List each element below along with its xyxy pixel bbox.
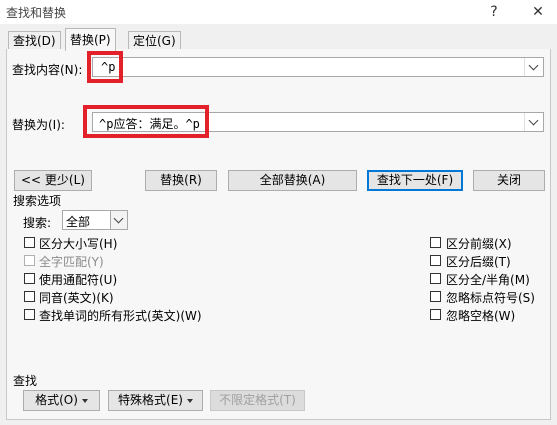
find-label: 查找内容(N): [12,63,83,77]
special-format-button-label: 特殊格式(E) [118,393,183,407]
sounds-like-label: 同音(英文)(K) [39,291,114,305]
chevron-down-icon[interactable] [524,58,543,76]
find-next-button[interactable]: 查找下一处(F) [367,170,463,191]
ignore-whitespace-label: 忽略空格(W) [446,309,516,323]
match-prefix-label: 区分前缀(X) [446,237,512,251]
match-suffix-checkbox[interactable] [430,255,441,266]
format-button[interactable]: 格式(O) [23,390,100,411]
wildcards-label: 使用通配符(U) [39,273,118,287]
ignore-punctuation-checkbox[interactable] [430,291,441,302]
whole-word-checkbox [24,255,35,266]
dropdown-arrow-icon [81,398,88,403]
search-scope-select[interactable]: 全部 [62,210,128,230]
format-button-label: 格式(O) [35,393,78,407]
sounds-like-checkbox[interactable] [24,291,35,302]
close-window-button[interactable]: ✕ [527,2,549,22]
no-formatting-button: 不限定格式(T) [210,390,305,411]
window-title: 查找和替换 [6,6,67,20]
replace-all-button[interactable]: 全部替换(A) [228,170,357,191]
search-scope-label: 搜索: [23,216,52,230]
chevron-down-icon[interactable] [524,113,543,131]
less-button[interactable]: << 更少(L) [14,170,92,191]
all-word-forms-label: 查找单词的所有形式(英文)(W) [39,309,202,323]
match-case-checkbox[interactable] [24,237,35,248]
highlight-box-replace [83,105,209,138]
replace-label: 替换为(I): [12,118,65,132]
search-options-title: 搜索选项 [13,194,62,208]
match-width-checkbox[interactable] [430,273,441,284]
close-button[interactable]: 关闭 [473,170,545,191]
chevron-down-icon[interactable] [110,211,127,229]
wildcards-checkbox[interactable] [24,273,35,284]
help-button[interactable]: ? [483,2,505,22]
ignore-whitespace-checkbox[interactable] [430,309,441,320]
ignore-punctuation-label: 忽略标点符号(S) [446,291,535,305]
match-width-label: 区分全/半角(M) [446,273,530,287]
match-prefix-checkbox[interactable] [430,237,441,248]
find-section-title: 查找 [13,374,38,388]
tab-find[interactable]: 查找(D) [8,31,61,50]
all-word-forms-checkbox[interactable] [24,309,35,320]
match-suffix-label: 区分后缀(T) [446,255,511,269]
tab-goto[interactable]: 定位(G) [128,31,181,50]
search-scope-value: 全部 [66,215,91,229]
whole-word-label: 全字匹配(Y) [39,255,104,269]
dropdown-arrow-icon [186,398,193,403]
special-format-button[interactable]: 特殊格式(E) [108,390,203,411]
match-case-label: 区分大小写(H) [39,237,118,251]
highlight-box-find [87,51,123,83]
find-input[interactable]: ^p [92,57,544,77]
title-bar [0,0,557,24]
replace-button[interactable]: 替换(R) [145,170,217,191]
tab-replace[interactable]: 替换(P) [65,28,116,51]
